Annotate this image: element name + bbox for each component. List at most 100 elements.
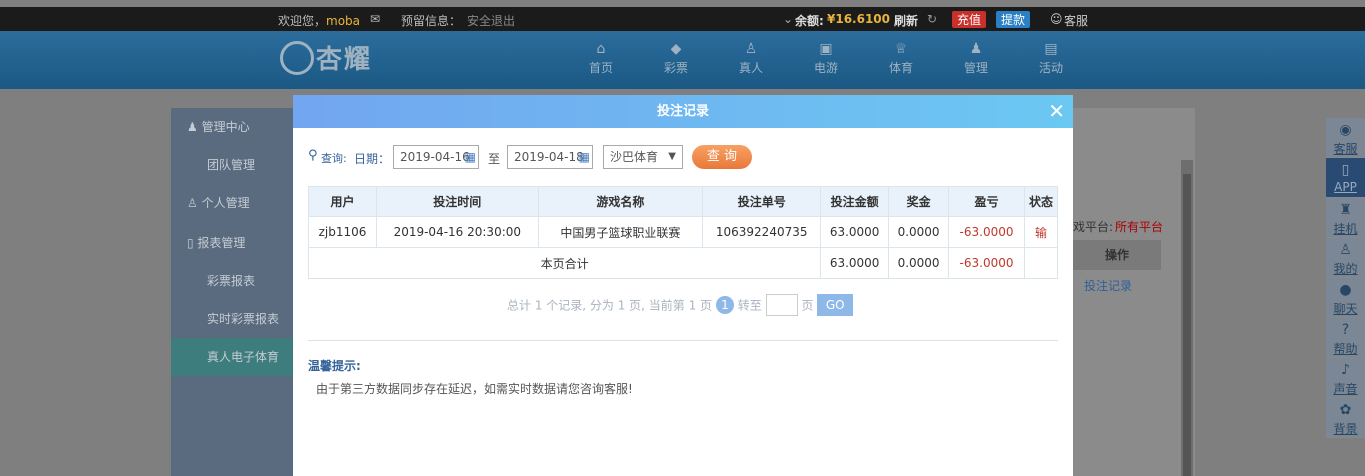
palette-icon: ✿: [1339, 402, 1352, 418]
col-profit: 盈亏: [948, 186, 1025, 217]
document-icon: ▯: [187, 236, 198, 250]
rail-background[interactable]: ✿ 背景: [1326, 398, 1365, 438]
pager-goto-label: 转至: [737, 298, 762, 313]
chat-icon[interactable]: ☺: [1050, 12, 1063, 26]
subtotal-bonus: 0.0000: [888, 247, 950, 279]
table-header-row: 用户 投注时间 游戏名称 投注单号 投注金额 奖金 盈亏 状态: [308, 186, 1058, 217]
calendar-icon[interactable]: ▦: [579, 146, 590, 168]
scrollbar-thumb[interactable]: [1183, 174, 1191, 476]
rail-hangup[interactable]: ♜ 挂机: [1326, 198, 1365, 238]
slot-icon: ▣: [819, 41, 833, 57]
close-icon[interactable]: ✕: [1048, 99, 1065, 123]
rail-service[interactable]: ◉ 客服: [1326, 118, 1365, 158]
sidebar-item-realtime-report[interactable]: 实时彩票报表: [171, 300, 295, 338]
gift-icon: ▤: [1044, 41, 1058, 57]
date-to-input[interactable]: 2019-04-18 ▦: [507, 145, 593, 169]
pager-go-button[interactable]: GO: [817, 294, 854, 316]
sidebar-item-lottery-report[interactable]: 彩票报表: [171, 262, 295, 300]
pager-summary: 总计 1 个记录, 分为 1 页, 当前第 1 页: [507, 298, 713, 313]
nav-activity[interactable]: ▤ 活动: [1026, 41, 1076, 76]
balance-value: ¥16.6100: [827, 12, 891, 26]
rail-sound[interactable]: ♪ 声音: [1326, 358, 1365, 398]
home-icon: ⌂: [596, 41, 606, 57]
brand-logo[interactable]: 杏耀: [280, 37, 390, 83]
user-icon: ♙: [187, 196, 202, 210]
subtotal-status: [1024, 247, 1058, 279]
bet-record-link[interactable]: 投注记录: [1084, 277, 1132, 294]
nav-live[interactable]: ♙ 真人: [726, 41, 776, 76]
sidebar-item-center[interactable]: ♟ 管理中心: [171, 108, 295, 146]
balance-label: 余额:: [795, 14, 824, 28]
speaker-icon: ♪: [1341, 362, 1350, 378]
rail-mine[interactable]: ♙ 我的: [1326, 238, 1365, 278]
cell-game: 中国男子篮球职业联赛: [537, 216, 704, 248]
platform-label: 戏平台:: [1073, 220, 1114, 234]
mail-icon[interactable]: ✉: [370, 12, 380, 26]
logo-emblem-icon: [280, 40, 314, 75]
rail-help[interactable]: ? 帮助: [1326, 318, 1365, 358]
pager-page-input[interactable]: [765, 294, 798, 316]
query-label: 查询:: [321, 152, 347, 165]
action-column-header: 操作: [1073, 240, 1161, 270]
platform-select[interactable]: 沙巴体育 ▼: [603, 145, 683, 169]
col-user: 用户: [308, 186, 377, 217]
sidebar-item-reports[interactable]: ▯ 报表管理: [171, 224, 295, 262]
chat-icon: ●: [1339, 282, 1352, 298]
help-icon: ?: [1341, 322, 1350, 338]
sidebar-item-personal[interactable]: ♙ 个人管理: [171, 184, 295, 222]
users-icon: ♟: [187, 120, 202, 134]
subtotal-amount: 63.0000: [820, 247, 890, 279]
query-button[interactable]: 查 询: [692, 145, 752, 169]
tag-icon: ◆: [670, 41, 682, 57]
col-game: 游戏名称: [537, 186, 704, 217]
robot-icon: ♜: [1339, 202, 1352, 218]
col-status: 状态: [1024, 186, 1058, 217]
pager-current-page[interactable]: 1: [715, 296, 734, 314]
username: moba: [326, 14, 361, 28]
sidebar: ♟ 管理中心 团队管理 ♙ 个人管理 ▯ 报表管理 彩票报表 实时彩票报表 真人…: [171, 108, 295, 476]
service-link[interactable]: 客服: [1064, 12, 1088, 29]
logout-link[interactable]: 安全退出: [467, 12, 515, 29]
cell-order: 106392240735: [702, 216, 822, 248]
subtotal-profit: -63.0000: [948, 247, 1025, 279]
col-bonus: 奖金: [888, 186, 950, 217]
nav-sports[interactable]: ♕ 体育: [876, 41, 926, 76]
refresh-icon[interactable]: ↻: [927, 12, 937, 26]
search-icon: ⚲: [308, 148, 318, 163]
pagination: 总计 1 个记录, 分为 1 页, 当前第 1 页 1 转至 页 GO: [293, 294, 1073, 318]
cell-bonus: 0.0000: [888, 216, 950, 248]
chevron-down-icon: ▼: [668, 151, 676, 162]
nav-home[interactable]: ⌂ 首页: [576, 41, 626, 76]
subtotal-label: 本页合计: [307, 247, 822, 279]
chevron-down-icon[interactable]: ⌄: [783, 12, 793, 26]
platform-value[interactable]: 所有平台: [1115, 218, 1163, 235]
pager-page-unit: 页: [801, 298, 814, 313]
recharge-button[interactable]: 充值: [952, 11, 987, 28]
col-amount: 投注金额: [820, 186, 890, 217]
nav-slots[interactable]: ▣ 电游: [801, 41, 851, 76]
calendar-icon[interactable]: ▦: [465, 146, 476, 168]
nav-manage[interactable]: ♟ 管理: [951, 41, 1001, 76]
col-order: 投注单号: [702, 186, 822, 217]
cell-amount: 63.0000: [820, 216, 890, 248]
trophy-icon: ♕: [894, 41, 908, 57]
to-label: 至: [488, 152, 501, 166]
sidebar-item-live-sports[interactable]: 真人电子体育: [171, 338, 295, 376]
rail-chat[interactable]: ● 聊天: [1326, 278, 1365, 318]
tip-text: 由于第三方数据同步存在延迟，如需实时数据请您咨询客服!: [316, 382, 633, 396]
nav-lottery[interactable]: ◆ 彩票: [651, 41, 701, 76]
cell-user: zjb1106: [308, 216, 377, 248]
page-scrollbar[interactable]: [1181, 160, 1193, 476]
main-header: 杏耀 ⌂ 首页 ◆ 彩票 ♙ 真人 ▣ 电游 ♕ 体育 ♟ 管理 ▤ 活动: [0, 31, 1365, 89]
refresh-button[interactable]: 刷新: [894, 12, 918, 29]
right-toolbar: ◉ 客服 ▯ APP ♜ 挂机 ♙ 我的 ● 聊天 ? 帮助 ♪ 声音 ✿ 背景: [1326, 118, 1365, 438]
table-row[interactable]: zjb1106 2019-04-16 20:30:00 中国男子篮球职业联赛 1…: [308, 216, 1058, 248]
rail-app[interactable]: ▯ APP: [1326, 158, 1365, 198]
sidebar-item-team[interactable]: 团队管理: [171, 146, 295, 184]
withdraw-button[interactable]: 提款: [996, 11, 1031, 28]
cell-time: 2019-04-16 20:30:00: [375, 216, 539, 248]
bet-record-modal: 投注记录 ✕ ⚲ 查询: 日期： 2019-04-16 ▦ 至 2019-04-1…: [293, 95, 1073, 476]
user-icon: ♙: [1339, 242, 1352, 258]
welcome-text: 欢迎您，moba: [278, 14, 361, 28]
date-from-input[interactable]: 2019-04-16 ▦: [393, 145, 479, 169]
